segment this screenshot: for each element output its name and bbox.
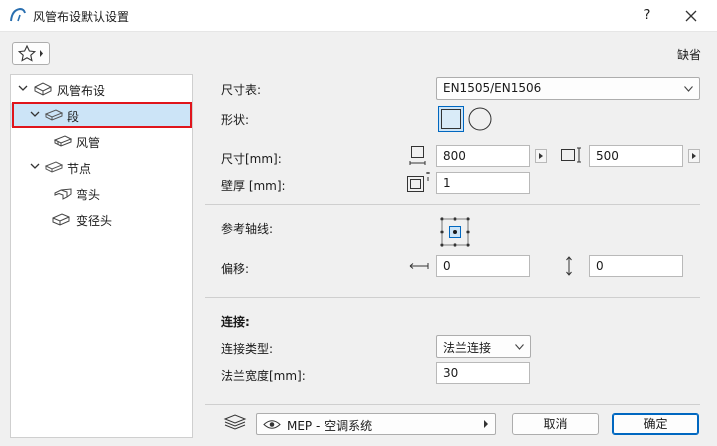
star-icon (17, 44, 43, 62)
tree-item-label: 节点 (67, 162, 92, 176)
width-icon (409, 146, 426, 165)
tree-item-duct[interactable]: 风管 (11, 129, 192, 153)
help-button[interactable]: ? (632, 4, 662, 28)
circle-shape-icon (468, 107, 492, 131)
horizontal-offset-input[interactable]: 0 (436, 255, 530, 277)
width-input[interactable]: 800 (436, 145, 530, 167)
cancel-button[interactable]: 取消 (512, 413, 599, 435)
size-table-value: EN1505/EN1506 (443, 81, 542, 95)
vertical-offset-icon (566, 256, 572, 276)
duct-icon (53, 135, 73, 147)
vertical-offset-input[interactable]: 0 (589, 255, 683, 277)
wall-thickness-input[interactable]: 1 (436, 172, 530, 194)
size-table-dropdown[interactable]: EN1505/EN1506 (436, 77, 700, 100)
divider (205, 297, 700, 298)
triangle-right-icon (539, 153, 543, 159)
elbow-icon (54, 188, 72, 200)
tree-item-transition[interactable]: 变径头 (11, 207, 192, 231)
connection-title: 连接: (221, 315, 250, 329)
height-icon (561, 147, 581, 163)
rectangular-shape-button[interactable] (438, 106, 464, 132)
tree-item-node[interactable]: 节点 (11, 155, 192, 179)
height-input[interactable]: 500 (589, 145, 683, 167)
reference-axis-picker[interactable] (439, 216, 471, 248)
favorites-button[interactable] (12, 42, 50, 65)
tree-item-label: 变径头 (76, 214, 113, 228)
tree-item-duct-routing[interactable]: 风管布设 (11, 77, 192, 101)
eye-icon (263, 420, 281, 429)
tree-item-label: 风管 (76, 136, 101, 150)
flange-width-input[interactable]: 30 (436, 362, 530, 384)
width-options-button[interactable] (535, 149, 547, 163)
divider (205, 204, 700, 205)
wall-thickness-label: 壁厚 [mm]: (221, 179, 286, 193)
connection-type-value: 法兰连接 (443, 341, 492, 355)
layer-dropdown[interactable]: MEP - 空调系统 (256, 413, 496, 435)
duct-routing-icon (34, 82, 52, 96)
connection-type-dropdown[interactable]: 法兰连接 (436, 335, 531, 358)
chevron-down-icon[interactable] (30, 161, 40, 171)
chevron-down-icon[interactable] (18, 83, 28, 93)
horizontal-offset-icon (409, 263, 429, 269)
title-bar: 风管布设默认设置 ? (0, 0, 717, 32)
layer-icon (223, 414, 247, 430)
archicad-icon (9, 7, 27, 23)
tree-item-label: 风管布设 (57, 84, 106, 98)
shape-label: 形状: (221, 113, 250, 127)
tree-item-elbow[interactable]: 弯头 (11, 181, 192, 205)
settings-tree[interactable]: 风管布设 段 风管 节点 弯头 变径头 (10, 74, 193, 438)
close-button[interactable] (676, 4, 706, 28)
triangle-right-icon (484, 420, 488, 428)
window-title: 风管布设默认设置 (33, 10, 130, 24)
transition-icon (52, 213, 70, 226)
size-table-label: 尺寸表: (221, 83, 262, 97)
node-icon (44, 161, 64, 173)
flange-width-label: 法兰宽度[mm]: (221, 369, 306, 383)
dimension-label: 尺寸[mm]: (221, 152, 282, 166)
reference-axis-label: 参考轴线: (221, 222, 274, 236)
height-options-button[interactable] (688, 149, 700, 163)
divider (205, 404, 700, 405)
close-icon (685, 10, 697, 22)
ok-button[interactable]: 确定 (612, 413, 699, 435)
layer-value: MEP - 空调系统 (287, 419, 373, 433)
square-shape-icon (438, 106, 464, 132)
chevron-down-icon (515, 344, 524, 350)
offset-label: 偏移: (221, 262, 250, 276)
triangle-right-icon (692, 153, 696, 159)
default-label: 缺省 (677, 48, 702, 62)
wall-thickness-icon (407, 172, 430, 192)
circular-shape-button[interactable] (467, 106, 493, 132)
selection-highlight (12, 102, 192, 128)
connection-type-label: 连接类型: (221, 342, 274, 356)
chevron-down-icon (684, 86, 693, 92)
tree-item-label: 弯头 (76, 188, 101, 202)
anchor-grid-icon (440, 217, 470, 247)
